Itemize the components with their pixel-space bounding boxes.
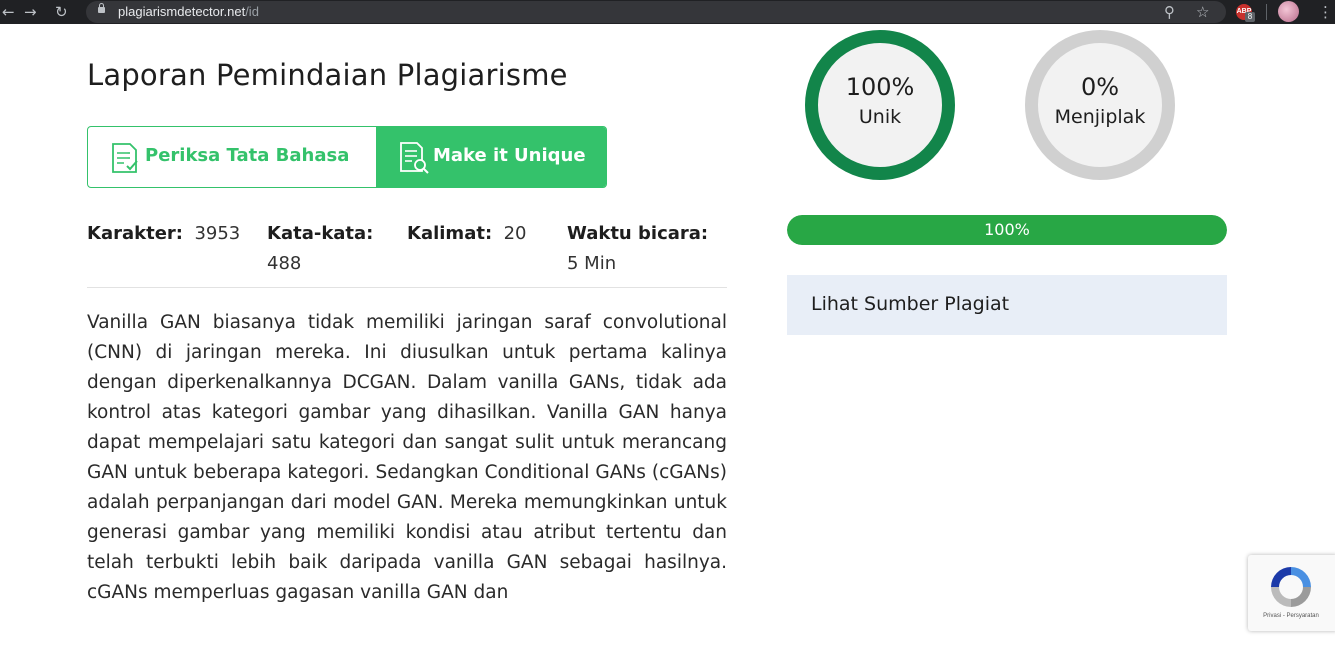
unique-percent: 100%	[845, 73, 915, 101]
url-host: plagiarismdetector.net	[118, 4, 246, 19]
recaptcha-terms[interactable]: Privasi - Persyaratan	[1248, 613, 1334, 619]
reload-icon[interactable]: ↻	[55, 2, 68, 22]
plagiarized-percent: 0%	[1080, 73, 1120, 101]
recaptcha-badge[interactable]: Privasi - Persyaratan	[1248, 555, 1335, 631]
divider	[87, 287, 727, 288]
extension-badge-count: 8	[1245, 12, 1255, 22]
grammar-check-button[interactable]: Periksa Tata Bahasa	[88, 127, 376, 187]
stat-sentences: Kalimat: 20	[407, 219, 527, 249]
zoom-icon[interactable]: ⚲	[1164, 2, 1175, 22]
stat-words: Kata-kata: 488	[267, 219, 392, 279]
speaking-label: Waktu bicara:	[567, 223, 709, 244]
forward-arrow-icon[interactable]: →	[24, 2, 37, 22]
url-text[interactable]: plagiarismdetector.net/id	[118, 4, 259, 19]
action-button-group: Periksa Tata Bahasa Make it Unique	[87, 126, 607, 188]
browser-toolbar: ← → ↻ plagiarismdetector.net/id ⚲ ☆ ABP …	[0, 0, 1335, 24]
progress-fill: 100%	[787, 215, 1227, 245]
stat-characters: Karakter: 3953	[87, 219, 240, 249]
menu-kebab-icon[interactable]: ⋮	[1318, 2, 1333, 22]
words-value: 488	[267, 253, 302, 274]
document-search-icon	[400, 142, 429, 174]
toolbar-divider	[1266, 4, 1267, 20]
unique-label: Unik	[858, 106, 902, 128]
back-arrow-icon[interactable]: ←	[2, 2, 15, 22]
lock-icon	[98, 3, 105, 13]
view-sources-button[interactable]: Lihat Sumber Plagiat	[787, 275, 1227, 335]
address-bar[interactable]: plagiarismdetector.net/id	[86, 1, 1226, 23]
unique-button-label: Make it Unique	[433, 145, 586, 166]
plagiarized-label: Menjiplak	[1054, 106, 1146, 128]
uniqueness-progress-bar: 100%	[787, 215, 1227, 245]
plagiarism-score-circle: 0% Menjiplak	[1025, 30, 1175, 180]
page-title: Laporan Pemindaian Plagiarisme	[87, 58, 568, 92]
url-path: /id	[245, 4, 259, 19]
view-sources-label: Lihat Sumber Plagiat	[811, 293, 1010, 315]
grammar-button-label: Periksa Tata Bahasa	[145, 145, 350, 166]
profile-avatar[interactable]	[1278, 1, 1299, 22]
words-label: Kata-kata:	[267, 223, 374, 244]
unique-score-circle: 100% Unik	[805, 30, 955, 180]
document-check-icon	[112, 143, 138, 173]
scanned-text: Vanilla GAN biasanya tidak memiliki jari…	[87, 312, 727, 603]
characters-value: 3953	[194, 223, 241, 244]
sentences-value: 20	[503, 223, 527, 244]
recaptcha-logo-icon	[1271, 567, 1311, 607]
speaking-value: 5 Min	[567, 253, 617, 274]
characters-label: Karakter:	[87, 223, 183, 244]
stat-speaking-time: Waktu bicara: 5 Min	[567, 219, 727, 279]
make-unique-button[interactable]: Make it Unique	[376, 127, 606, 187]
star-bookmark-icon[interactable]: ☆	[1196, 2, 1209, 22]
sentences-label: Kalimat:	[407, 223, 493, 244]
